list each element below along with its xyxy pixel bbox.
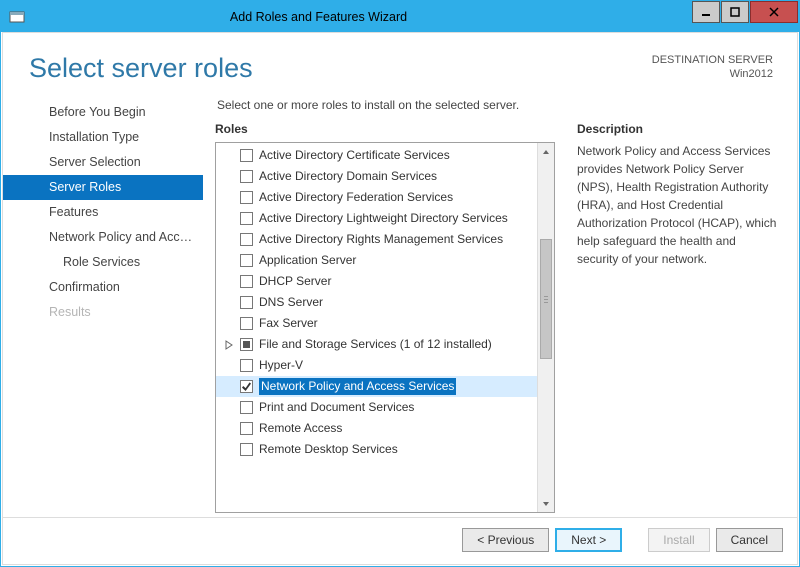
wizard-step[interactable]: Before You Begin — [3, 100, 203, 125]
wizard-step[interactable]: Network Policy and Acces... — [3, 225, 203, 250]
role-checkbox[interactable] — [240, 443, 253, 456]
role-row[interactable]: Print and Document Services — [216, 397, 537, 418]
install-button: Install — [648, 528, 709, 552]
roles-column: Roles Active Directory Certificate Servi… — [215, 122, 555, 513]
role-checkbox[interactable] — [240, 401, 253, 414]
scroll-down-button[interactable] — [538, 495, 554, 512]
role-row[interactable]: Active Directory Certificate Services — [216, 145, 537, 166]
role-label: DHCP Server — [259, 273, 331, 290]
columns: Roles Active Directory Certificate Servi… — [215, 122, 777, 513]
role-label: Network Policy and Access Services — [259, 378, 456, 395]
wizard-step[interactable]: Confirmation — [3, 275, 203, 300]
titlebar: Add Roles and Features Wizard — [1, 1, 799, 32]
role-label: Active Directory Lightweight Directory S… — [259, 210, 508, 227]
role-checkbox[interactable] — [240, 275, 253, 288]
client-area: Select server roles DESTINATION SERVER W… — [2, 32, 798, 565]
wizard-footer: < Previous Next > Install Cancel — [3, 517, 797, 564]
role-label: Active Directory Certificate Services — [259, 147, 450, 164]
role-checkbox[interactable] — [240, 254, 253, 267]
role-checkbox[interactable] — [240, 149, 253, 162]
role-checkbox[interactable] — [240, 170, 253, 183]
wizard-header: Select server roles DESTINATION SERVER W… — [3, 33, 797, 92]
next-button[interactable]: Next > — [555, 528, 622, 552]
roles-scrollbar[interactable] — [537, 143, 554, 512]
close-button[interactable] — [750, 1, 798, 23]
minimize-button[interactable] — [692, 1, 720, 23]
role-checkbox[interactable] — [240, 380, 253, 393]
role-label: DNS Server — [259, 294, 323, 311]
destination-label: DESTINATION SERVER — [652, 53, 773, 67]
role-row[interactable]: Hyper-V — [216, 355, 537, 376]
role-checkbox[interactable] — [240, 296, 253, 309]
window-title: Add Roles and Features Wizard — [0, 10, 692, 24]
cancel-button[interactable]: Cancel — [716, 528, 783, 552]
role-checkbox[interactable] — [240, 191, 253, 204]
role-row[interactable]: Network Policy and Access Services — [216, 376, 537, 397]
role-label: Active Directory Rights Management Servi… — [259, 231, 503, 248]
role-label: Application Server — [259, 252, 356, 269]
role-label: Hyper-V — [259, 357, 303, 374]
wizard-window: Add Roles and Features Wizard Select ser… — [0, 0, 800, 567]
wizard-step[interactable]: Installation Type — [3, 125, 203, 150]
role-row[interactable]: Active Directory Domain Services — [216, 166, 537, 187]
role-label: Active Directory Domain Services — [259, 168, 437, 185]
role-label: File and Storage Services (1 of 12 insta… — [259, 336, 492, 353]
wizard-body: Before You BeginInstallation TypeServer … — [3, 92, 797, 517]
role-row[interactable]: DHCP Server — [216, 271, 537, 292]
role-checkbox[interactable] — [240, 233, 253, 246]
wizard-step: Results — [3, 300, 203, 325]
role-row[interactable]: Active Directory Federation Services — [216, 187, 537, 208]
role-checkbox[interactable] — [240, 338, 253, 351]
wizard-step[interactable]: Server Roles — [3, 175, 203, 200]
role-row[interactable]: Application Server — [216, 250, 537, 271]
page-title: Select server roles — [29, 53, 253, 84]
roles-label: Roles — [215, 122, 555, 136]
expand-icon[interactable] — [224, 338, 234, 348]
wizard-step[interactable]: Features — [3, 200, 203, 225]
role-row[interactable]: DNS Server — [216, 292, 537, 313]
scroll-thumb[interactable] — [540, 239, 552, 359]
role-checkbox[interactable] — [240, 317, 253, 330]
role-checkbox[interactable] — [240, 212, 253, 225]
wizard-steps: Before You BeginInstallation TypeServer … — [3, 96, 203, 513]
destination-block: DESTINATION SERVER Win2012 — [652, 53, 773, 82]
role-row[interactable]: Remote Desktop Services — [216, 439, 537, 460]
wizard-step[interactable]: Role Services — [3, 250, 203, 275]
role-row[interactable]: Active Directory Rights Management Servi… — [216, 229, 537, 250]
description-column: Description Network Policy and Access Se… — [577, 122, 777, 513]
role-row[interactable]: Fax Server — [216, 313, 537, 334]
role-row[interactable]: Active Directory Lightweight Directory S… — [216, 208, 537, 229]
roles-list: Active Directory Certificate Services Act… — [216, 143, 537, 512]
role-row[interactable]: Remote Access — [216, 418, 537, 439]
role-label: Fax Server — [259, 315, 318, 332]
previous-button[interactable]: < Previous — [462, 528, 549, 552]
role-label: Remote Desktop Services — [259, 441, 398, 458]
role-checkbox[interactable] — [240, 422, 253, 435]
role-label: Print and Document Services — [259, 399, 414, 416]
instruction-text: Select one or more roles to install on t… — [215, 96, 777, 122]
window-controls — [692, 1, 799, 32]
role-label: Active Directory Federation Services — [259, 189, 453, 206]
destination-value: Win2012 — [652, 67, 773, 81]
maximize-button[interactable] — [721, 1, 749, 23]
description-body: Network Policy and Access Services provi… — [577, 142, 777, 268]
description-label: Description — [577, 122, 777, 136]
role-label: Remote Access — [259, 420, 342, 437]
roles-listbox: Active Directory Certificate Services Act… — [215, 142, 555, 513]
main-panel: Select one or more roles to install on t… — [203, 96, 797, 513]
wizard-step[interactable]: Server Selection — [3, 150, 203, 175]
scroll-up-button[interactable] — [538, 143, 554, 160]
role-row[interactable]: File and Storage Services (1 of 12 insta… — [216, 334, 537, 355]
role-checkbox[interactable] — [240, 359, 253, 372]
